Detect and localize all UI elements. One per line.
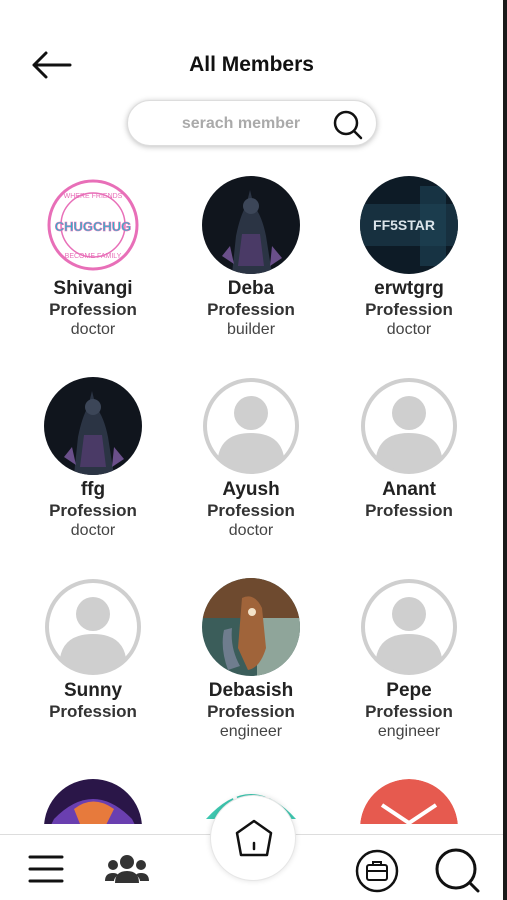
search-icon[interactable]: [332, 109, 364, 141]
dark-hero-avatar-icon: [44, 377, 142, 475]
member-card[interactable]: [14, 779, 172, 824]
logo-top-text: WHERE FRIENDS: [64, 193, 123, 200]
occupation: doctor: [70, 321, 116, 338]
avatar: [44, 779, 142, 824]
member-card[interactable]: Pepe Profession engineer: [330, 578, 488, 742]
profession-label: Profession: [49, 702, 137, 721]
default-avatar-icon: [361, 579, 457, 675]
member-card[interactable]: Anant Profession: [330, 377, 488, 521]
default-avatar-icon: [203, 378, 299, 474]
occupation: engineer: [377, 723, 441, 740]
avatar: [44, 377, 142, 475]
member-card[interactable]: ffg Profession doctor: [14, 377, 172, 541]
home-icon: [235, 819, 273, 857]
members-grid: WHERE FRIENDS CHUGCHUG BECOME FAMILY Shi…: [14, 172, 488, 824]
profession-label: Profession: [49, 501, 137, 520]
briefcase-icon[interactable]: [355, 849, 399, 893]
search-bar: [127, 100, 377, 146]
profession-label: Profession: [49, 300, 137, 319]
member-name: ffg: [80, 479, 106, 500]
menu-icon[interactable]: [28, 853, 64, 885]
avatar: [360, 377, 458, 475]
search-input[interactable]: [146, 109, 336, 139]
search-icon[interactable]: [434, 847, 482, 895]
member-name: Deba: [227, 278, 275, 299]
occupation: builder: [226, 321, 276, 338]
header: All Members: [0, 0, 503, 100]
occupation: doctor: [386, 321, 432, 338]
purple-glow-avatar-icon: [44, 779, 142, 824]
profession-label: Profession: [207, 501, 295, 520]
profession-label: Profession: [207, 300, 295, 319]
avatar: [202, 176, 300, 274]
avatar: [202, 377, 300, 475]
member-card[interactable]: Deba Profession builder: [172, 176, 330, 340]
occupation: engineer: [219, 723, 283, 740]
dark-hero-avatar-icon: [202, 176, 300, 274]
avatar: FF5STAR: [360, 176, 458, 274]
member-card[interactable]: [330, 779, 488, 824]
member-card[interactable]: Debasish Profession engineer: [172, 578, 330, 742]
logo-mid-text: CHUGCHUG: [55, 219, 132, 234]
home-button[interactable]: [210, 795, 296, 881]
member-name: Sunny: [63, 680, 123, 701]
right-edge-bar: [503, 0, 507, 900]
logo-avatar-icon: WHERE FRIENDS CHUGCHUG BECOME FAMILY: [44, 176, 142, 274]
member-card[interactable]: Ayush Profession doctor: [172, 377, 330, 541]
occupation: doctor: [228, 522, 274, 539]
occupation: doctor: [70, 522, 116, 539]
mail-avatar-icon: [360, 779, 458, 824]
profession-label: Profession: [365, 300, 453, 319]
member-name: Anant: [382, 479, 436, 500]
default-avatar-icon: [45, 579, 141, 675]
member-card[interactable]: WHERE FRIENDS CHUGCHUG BECOME FAMILY Shi…: [14, 176, 172, 340]
profession-label: Profession: [365, 702, 453, 721]
ff5star-text: FF5STAR: [373, 217, 435, 233]
member-name: Ayush: [222, 479, 280, 500]
member-name: Pepe: [386, 680, 432, 701]
profession-label: Profession: [365, 501, 453, 520]
default-avatar-icon: [361, 378, 457, 474]
member-card[interactable]: Sunny Profession: [14, 578, 172, 722]
profession-label: Profession: [207, 702, 295, 721]
ff5star-avatar-icon: FF5STAR: [360, 176, 458, 274]
logo-bottom-text: BECOME FAMILY: [65, 253, 122, 260]
avatar: [202, 578, 300, 676]
member-name: Debasish: [208, 680, 294, 701]
member-name: erwtgrg: [374, 278, 444, 299]
avatar: [360, 578, 458, 676]
avatar: [44, 578, 142, 676]
avatar: WHERE FRIENDS CHUGCHUG BECOME FAMILY: [44, 176, 142, 274]
cartoon-avatar-icon: [202, 578, 300, 676]
member-card[interactable]: FF5STAR erwtgrg Profession doctor: [330, 176, 488, 340]
member-name: Shivangi: [53, 278, 133, 299]
members-icon[interactable]: [104, 853, 150, 885]
page-title: All Members: [189, 53, 314, 76]
avatar: [360, 779, 458, 824]
